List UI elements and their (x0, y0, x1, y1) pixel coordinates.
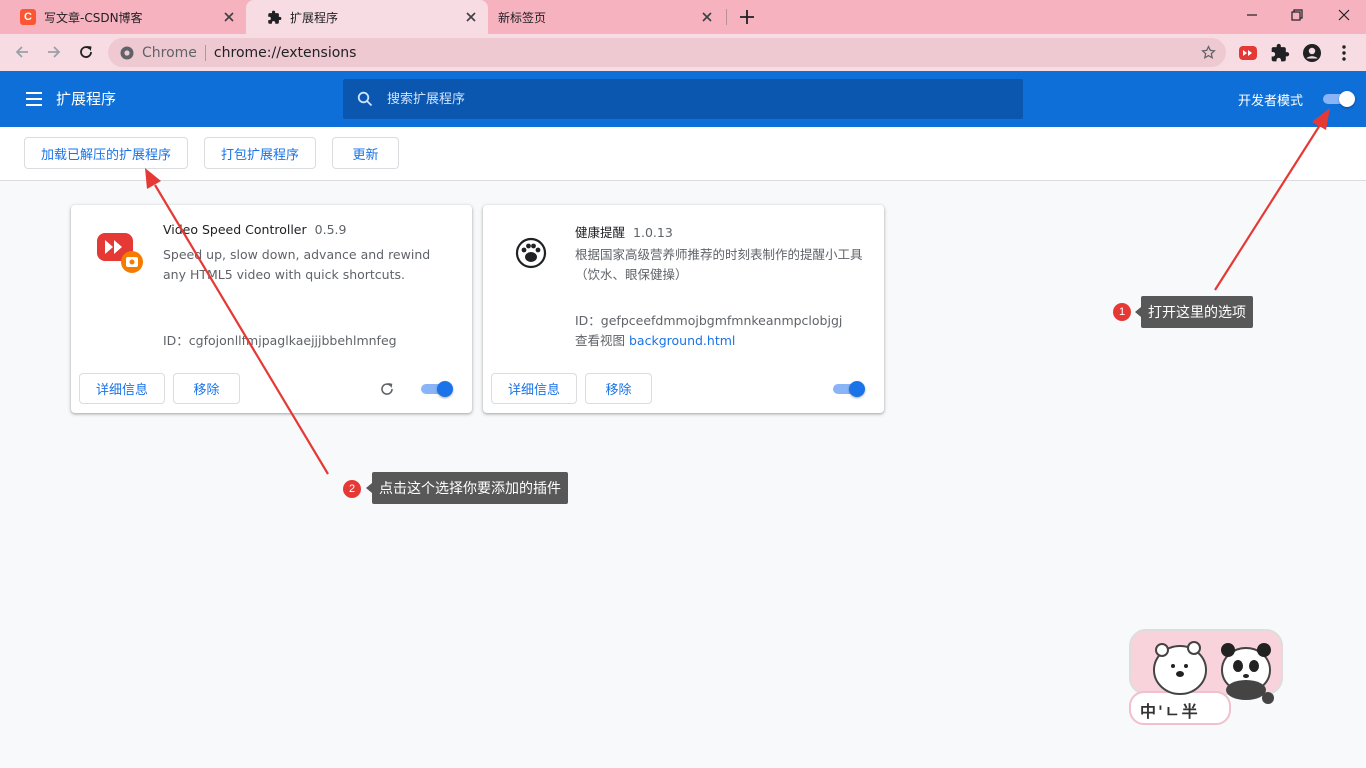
extensions-header: 扩展程序 开发者模式 (0, 71, 1366, 127)
developer-mode-toggle[interactable] (1323, 91, 1355, 107)
extension-title-row: Video Speed Controller 0.5.9 (163, 222, 346, 237)
minimize-icon[interactable] (1245, 8, 1259, 22)
restore-icon[interactable] (1290, 8, 1304, 22)
video-speed-logo-icon (97, 233, 143, 273)
new-tab-plus-icon[interactable] (738, 8, 756, 26)
forward-arrow-icon[interactable] (45, 43, 63, 61)
extensions-puzzle-icon[interactable] (1270, 43, 1290, 63)
extension-description: 根据国家高级营养师推荐的时刻表制作的提醒小工具（饮水、眼保健操） (575, 247, 863, 282)
window-close-icon[interactable] (1337, 8, 1351, 22)
tab-title: 新标签页 (498, 10, 547, 25)
browser-toolbar: Chrome chrome://extensions (0, 34, 1366, 71)
extension-name: 健康提醒 (575, 225, 626, 240)
bears-sticker: 中'ㄴ半 (1128, 628, 1286, 728)
details-button[interactable]: 详细信息 (79, 373, 165, 404)
toggle-knob (437, 381, 453, 397)
tab-title: 扩展程序 (290, 10, 339, 25)
tab-strip: C 写文章-CSDN博客 扩展程序 新标签页 (0, 0, 1366, 34)
search-box[interactable] (343, 79, 1023, 119)
url-text[interactable]: chrome://extensions (214, 45, 357, 61)
paw-logo-icon (515, 237, 547, 269)
sticker-text: 中'ㄴ半 (1140, 702, 1200, 721)
reload-extension-icon[interactable] (379, 381, 395, 397)
tab-divider (726, 9, 727, 25)
close-icon[interactable] (464, 10, 478, 24)
extension-title-row: 健康提醒 1.0.13 (575, 222, 673, 241)
remove-button[interactable]: 移除 (173, 373, 240, 404)
extension-enable-toggle[interactable] (421, 381, 453, 397)
extension-card-video-speed: Video Speed Controller 0.5.9 Speed up, sl… (71, 205, 472, 413)
page-title: 扩展程序 (56, 90, 117, 108)
hamburger-menu-icon[interactable] (25, 91, 43, 107)
annotation-badge: 2 (343, 480, 361, 498)
extension-id: ID：cgfojonllfmjpaglkaejjjbbehlmnfeg (163, 333, 397, 348)
load-unpacked-button[interactable]: 加载已解压的扩展程序 (24, 137, 188, 169)
close-icon[interactable] (222, 10, 236, 24)
extension-name: Video Speed Controller (163, 222, 307, 237)
extension-enable-toggle[interactable] (833, 381, 865, 397)
search-input[interactable] (387, 79, 1007, 119)
inspect-views: 查看视图 background.html (575, 330, 735, 349)
tab-extensions[interactable]: 扩展程序 (246, 0, 488, 34)
kebab-menu-icon[interactable] (1334, 43, 1354, 63)
separator (204, 44, 206, 61)
back-arrow-icon[interactable] (13, 43, 31, 61)
extension-id: ID：gefpceefdmmojbgmfmnkeanmpclobjgj (575, 313, 843, 328)
close-icon[interactable] (700, 10, 714, 24)
pack-extension-button[interactable]: 打包扩展程序 (204, 137, 316, 169)
video-speed-extension-icon[interactable] (1238, 43, 1258, 63)
extension-version: 0.5.9 (314, 222, 347, 237)
extension-card-health-reminder: 健康提醒 1.0.13 根据国家高级营养师推荐的时刻表制作的提醒小工具（饮水、眼保… (483, 205, 884, 413)
scheme-label: Chrome (142, 44, 197, 61)
address-bar[interactable]: Chrome chrome://extensions (108, 38, 1226, 67)
inspect-views-label: 查看视图 (575, 333, 626, 348)
chrome-logo-icon (120, 46, 134, 59)
background-page-link[interactable]: background.html (629, 333, 735, 348)
annotation-callout: 打开这里的选项 (1135, 296, 1253, 328)
details-button[interactable]: 详细信息 (491, 373, 577, 404)
developer-toolbar: 加载已解压的扩展程序 打包扩展程序 更新 (0, 127, 1366, 181)
annotation-callout: 点击这个选择你要添加的插件 (366, 472, 568, 504)
bookmark-star-icon[interactable] (1201, 45, 1216, 60)
profile-avatar-icon[interactable] (1302, 43, 1322, 63)
update-button[interactable]: 更新 (332, 137, 399, 169)
extension-description: Speed up, slow down, advance and rewind … (163, 247, 431, 282)
puzzle-icon (266, 9, 282, 25)
toggle-knob (1339, 91, 1355, 107)
tab-title: 写文章-CSDN博客 (44, 10, 143, 25)
csdn-logo-icon: C (20, 9, 36, 25)
reload-icon[interactable] (77, 43, 95, 61)
annotation-badge: 1 (1113, 303, 1131, 321)
developer-mode-label: 开发者模式 (1238, 94, 1304, 109)
toggle-knob (849, 381, 865, 397)
search-icon (357, 91, 373, 107)
extension-version: 1.0.13 (633, 225, 673, 240)
tab-csdn[interactable]: C 写文章-CSDN博客 (0, 0, 246, 34)
remove-button[interactable]: 移除 (585, 373, 652, 404)
tab-new-tab[interactable]: 新标签页 (488, 0, 724, 34)
